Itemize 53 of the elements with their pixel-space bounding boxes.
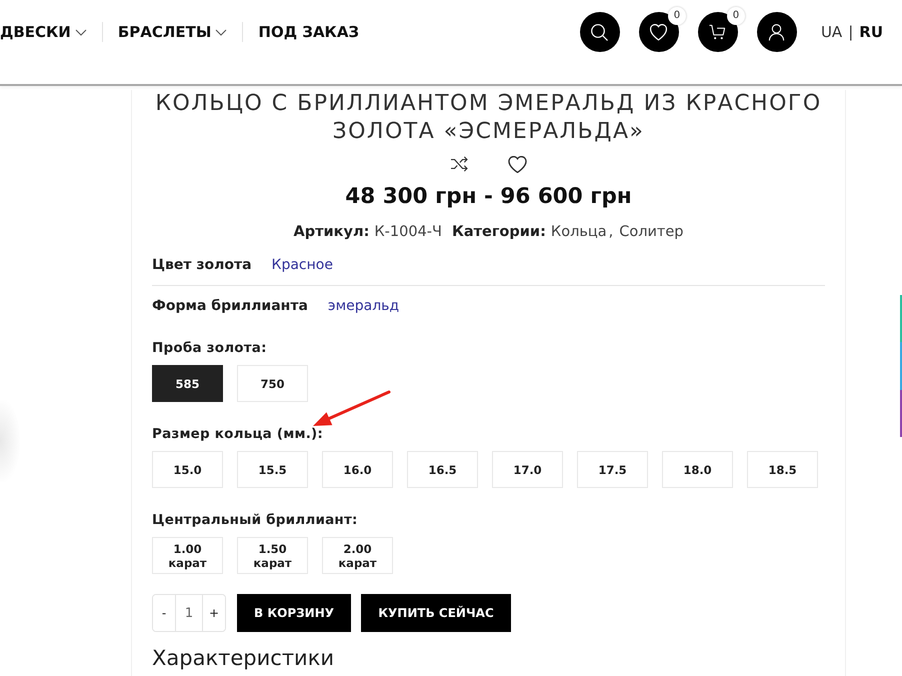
option-label: Центральный бриллиант: (152, 511, 359, 530)
sku-label: Артикул: (293, 223, 370, 242)
option-button[interactable]: 2.00 карат (322, 537, 393, 574)
option-button[interactable]: 15.0 (152, 451, 223, 488)
wishlist-button[interactable] (508, 156, 527, 172)
option-button[interactable]: 17.5 (577, 451, 648, 488)
count-badge: 0 (726, 7, 745, 25)
option-button[interactable]: 17.0 (492, 451, 563, 488)
categories-label: Категории: (452, 223, 546, 242)
account-button[interactable] (756, 12, 797, 52)
sku-value: К-1004-Ч (374, 223, 442, 242)
language-link[interactable]: UA (820, 23, 842, 41)
attribute-label: Цвет золота (152, 256, 252, 275)
option-label: Размер кольца (мм.): (152, 425, 324, 444)
cart-icon (709, 24, 726, 40)
category-link[interactable]: Солитер (619, 222, 684, 242)
nav-link[interactable]: БРАСЛЕТЫ (118, 23, 228, 41)
section-heading: Характеристики (152, 645, 336, 672)
quantity-stepper[interactable]: - 1 + (152, 594, 226, 632)
option-label: Проба золота: (152, 339, 268, 358)
option-button[interactable]: 750 (237, 365, 308, 402)
category-link[interactable]: Кольца (550, 222, 607, 242)
wishlist-button[interactable] (638, 12, 679, 52)
option-button[interactable]: 585 (152, 365, 223, 402)
option-button[interactable]: 18.5 (747, 451, 818, 488)
search-icon (591, 24, 608, 40)
language-separator: | (848, 23, 854, 41)
option-button[interactable]: 15.5 (237, 451, 308, 488)
quantity-input[interactable]: 1 (175, 595, 203, 631)
attribute-label: Форма бриллианта (152, 297, 308, 316)
option-button[interactable]: 16.5 (407, 451, 478, 488)
search-button[interactable] (580, 12, 620, 52)
option-button[interactable]: 1.50 карат (237, 537, 308, 574)
attribute-value-link[interactable]: эмеральд (328, 296, 400, 316)
heart-icon (508, 156, 527, 172)
option-button[interactable]: 16.0 (322, 451, 393, 488)
language-link[interactable]: RU (859, 23, 883, 41)
compare-button[interactable] (450, 156, 468, 172)
nav-link[interactable]: ПОД ЗАКАЗ (258, 23, 360, 41)
option-button[interactable]: 1.00 карат (152, 537, 223, 574)
heart-icon (650, 24, 668, 40)
buy-now-button[interactable]: КУПИТЬ СЕЙЧАС (361, 594, 511, 632)
add-to-cart-button[interactable]: В КОРЗИНУ (237, 594, 351, 632)
nav-link[interactable]: ДВЕСКИ (0, 23, 87, 41)
option-button[interactable]: 18.0 (662, 451, 733, 488)
count-badge: 0 (668, 7, 686, 25)
user-icon (768, 24, 786, 40)
attribute-value-link[interactable]: Красное (272, 255, 333, 275)
shuffle-icon (450, 156, 468, 172)
product-title: КОЛЬЦО С БРИЛЛИАНТОМ ЭМЕРАЛЬД ИЗ КРАСНОГО ЗОЛОТА «ЭСМЕРАЛЬДА» (154, 90, 823, 146)
cart-button[interactable] (698, 12, 738, 52)
category-separator: , (608, 223, 614, 242)
price-range: 48 300 грн - 96 600 грн (344, 183, 633, 211)
